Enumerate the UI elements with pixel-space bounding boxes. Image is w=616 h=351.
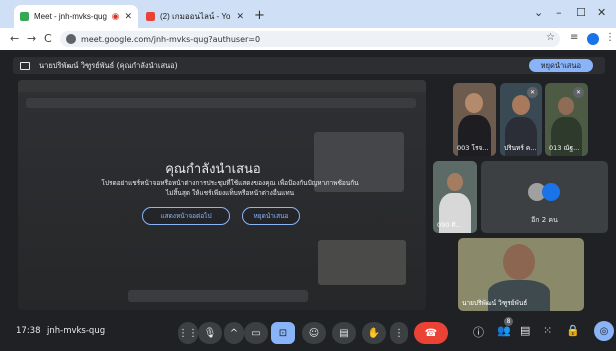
site-info-icon[interactable]	[66, 34, 76, 44]
more-options-button[interactable]: ⋮	[390, 322, 408, 344]
back-button[interactable]: ←	[10, 32, 19, 45]
minimize-button[interactable]: –	[556, 6, 562, 19]
mirrored-self-tile	[318, 240, 406, 285]
reload-button[interactable]: C	[44, 32, 52, 45]
tab-bar: Meet - jnh-mvks-qug ◉ ✕ (2) เกมออนไลน์ -…	[0, 0, 616, 28]
participant-tile[interactable]: ✕ 013 ณัฐ...	[545, 83, 588, 156]
tab-youtube[interactable]: (2) เกมออนไลน์ - YouTube ✕	[140, 5, 250, 28]
profile-avatar[interactable]	[587, 33, 599, 45]
show-anyway-button[interactable]: แสดงหน้าจอต่อไป	[142, 207, 230, 225]
reactions-button[interactable]: ☺	[302, 322, 326, 344]
forward-button[interactable]: →	[27, 32, 36, 45]
presenting-overlay-text: โปรดอย่าแชร์หน้าจอหรือหน้าต่างการประชุมท…	[101, 179, 359, 197]
phone-hangup-icon: ☎	[424, 327, 438, 339]
presenting-overlay-title: คุณกำลังนำเสนอ	[165, 162, 261, 177]
youtube-favicon	[146, 12, 155, 21]
participant-name: 090 ศิ...	[437, 221, 462, 229]
address-bar-row: ← → C meet.google.com/jnh-mvks-qug?authu…	[0, 28, 616, 50]
audio-bars-icon: ⋮⋮	[178, 327, 198, 339]
url-text: meet.google.com/jnh-mvks-qug?authuser=0	[81, 34, 261, 44]
present-screen-icon	[20, 61, 30, 70]
participant-video	[465, 93, 483, 113]
host-controls-icon[interactable]: 🔒	[566, 324, 580, 337]
stop-presenting-button[interactable]: หยุดนำเสนอ	[242, 207, 300, 225]
hand-icon: ✋	[367, 327, 381, 339]
activities-icon[interactable]: ⁙	[543, 324, 552, 337]
camera-options-button[interactable]: ^	[224, 322, 244, 344]
camera-icon: ▭	[251, 327, 261, 339]
extensions-icon[interactable]: ≡	[570, 32, 578, 43]
new-tab-button[interactable]: +	[254, 8, 265, 23]
companion-mode-icon[interactable]: ◎	[594, 321, 614, 341]
presenting-banner-text: นายปริพัฒน์ วิฑูรย์พันธ์ (คุณกำลังนำเสนอ…	[39, 60, 178, 70]
participant-tile[interactable]: ✕ ปรินทร์ ค...	[500, 83, 542, 156]
self-video	[503, 244, 535, 280]
clock: 17:38	[16, 326, 41, 336]
close-tab-icon[interactable]: ✕	[236, 11, 244, 22]
camera-button[interactable]: ▭	[244, 322, 268, 344]
tab-meet[interactable]: Meet - jnh-mvks-qug ◉ ✕	[14, 5, 138, 28]
participant-avatar	[542, 183, 560, 201]
participant-name: 013 ณัฐ...	[549, 144, 580, 152]
participant-tile[interactable]: 090 ศิ...	[433, 161, 477, 233]
participant-video	[558, 97, 574, 115]
browser-menu-icon[interactable]: ⋮	[605, 32, 615, 43]
self-name: นายปริพัฒน์ วิฑูรย์พันธ์	[462, 299, 528, 307]
close-window-button[interactable]: ✕	[597, 6, 606, 19]
mic-muted-icon: ✕	[573, 87, 584, 98]
chat-icon[interactable]: ▤	[520, 324, 530, 337]
captions-icon: ▤	[339, 327, 349, 339]
mirrored-controls	[128, 290, 308, 302]
tab-search-icon[interactable]: ⌄	[534, 6, 543, 19]
participant-name: 003 โรจ...	[457, 144, 489, 152]
others-count: อีก 2 คน	[531, 216, 558, 224]
bookmark-star-icon[interactable]: ☆	[546, 32, 555, 43]
recording-indicator-icon: ◉	[111, 11, 120, 21]
microphone-button[interactable]: 🎙	[198, 322, 222, 344]
control-bar: 17:38 jnh-mvks-qug ⋮⋮ 🎙 ^ ▭ ⊡ ☺ ▤ ✋ ⋮ ☎ …	[0, 315, 616, 351]
participant-count-badge: 8	[504, 317, 513, 326]
mic-muted-icon: ✕	[527, 87, 538, 98]
others-tile[interactable]: อีก 2 คน	[481, 161, 608, 233]
maximize-button[interactable]: ☐	[576, 6, 586, 19]
present-screen-button[interactable]: ⊡	[271, 322, 295, 344]
audio-effects-button[interactable]: ⋮⋮	[178, 322, 198, 344]
stop-presenting-top-button[interactable]: หยุดนำเสนอ	[528, 59, 593, 72]
captions-button[interactable]: ▤	[332, 322, 356, 344]
participant-video	[512, 95, 530, 115]
mirrored-address-bar	[26, 98, 416, 108]
chevron-up-icon: ^	[229, 327, 239, 339]
participant-video	[447, 173, 463, 191]
participant-tile[interactable]: 003 โรจ...	[453, 83, 496, 156]
address-bar[interactable]: meet.google.com/jnh-mvks-qug?authuser=0	[60, 31, 560, 47]
participant-name: ปรินทร์ ค...	[504, 144, 537, 152]
raise-hand-button[interactable]: ✋	[362, 322, 386, 344]
mirrored-tab-bar	[18, 80, 426, 92]
meeting-info-icon[interactable]: ⓘ	[473, 324, 484, 340]
tab-label: (2) เกมออนไลน์ - YouTube	[160, 12, 231, 21]
meeting-code: jnh-mvks-qug	[47, 326, 106, 336]
more-vert-icon: ⋮	[394, 327, 404, 339]
presenting-banner: นายปริพัฒน์ วิฑูรย์พันธ์ (คุณกำลังนำเสนอ…	[13, 57, 605, 74]
meet-favicon	[20, 12, 29, 21]
microphone-icon: 🎙	[203, 327, 217, 339]
tab-label: Meet - jnh-mvks-qug	[34, 12, 107, 21]
leave-call-button[interactable]: ☎	[414, 322, 448, 344]
present-screen-icon: ⊡	[278, 327, 288, 339]
close-tab-icon[interactable]: ✕	[124, 11, 132, 22]
emoji-icon: ☺	[308, 327, 320, 339]
self-view-tile[interactable]: นายปริพัฒน์ วิฑูรย์พันธ์	[458, 238, 584, 311]
